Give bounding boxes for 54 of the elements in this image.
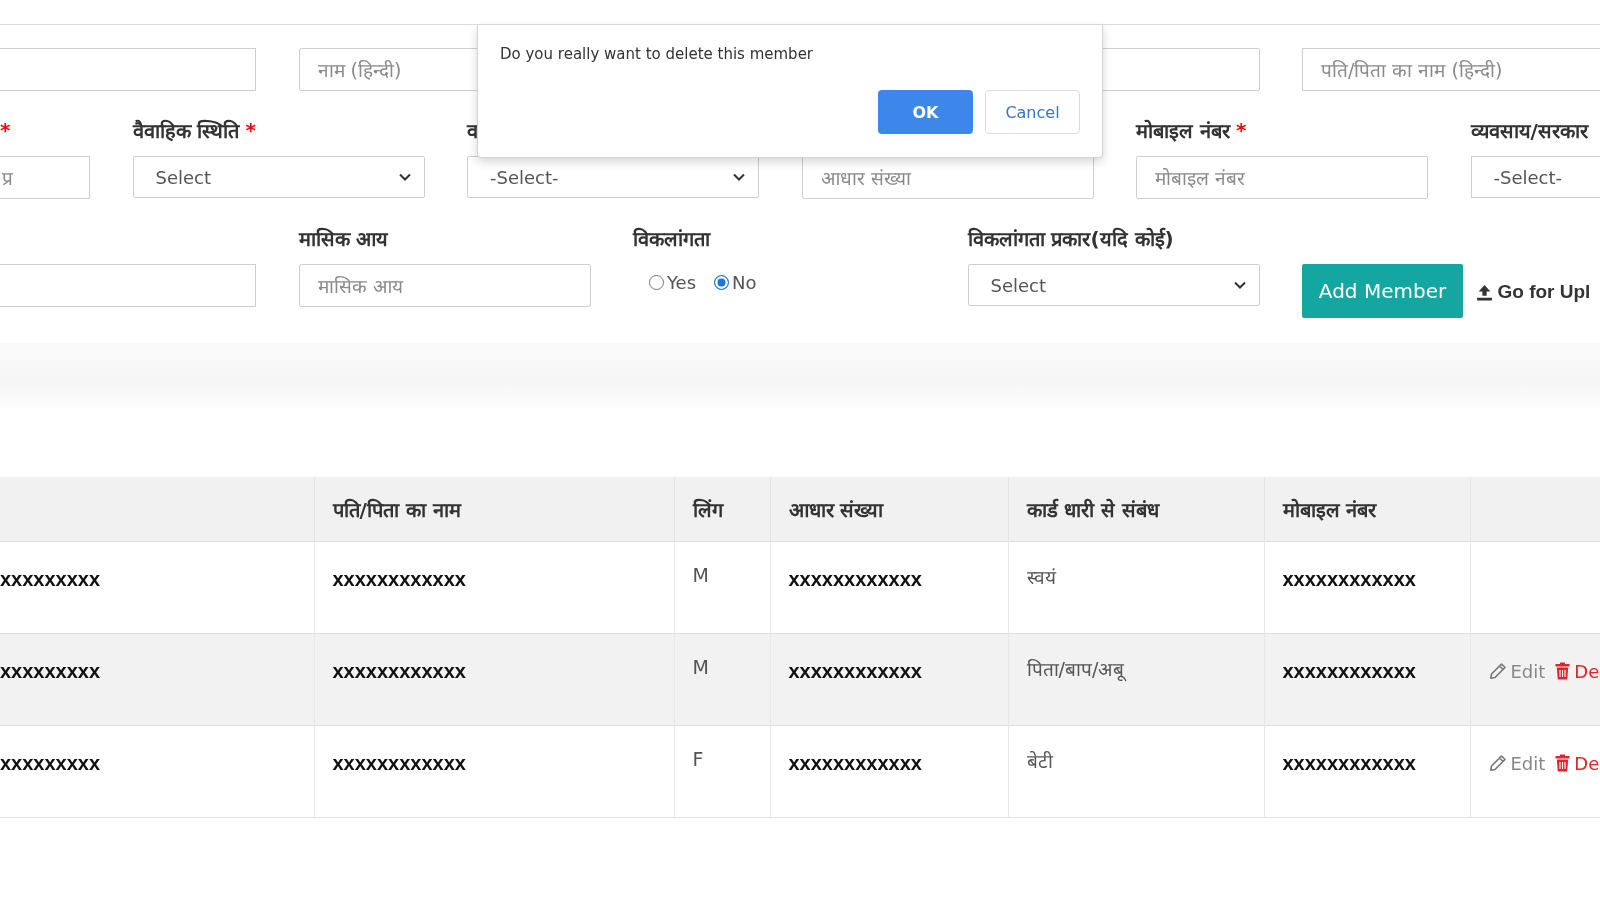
text-input[interactable]: पति/पिता का नाम (हिन्दी): [1302, 48, 1600, 91]
table-cell: पिता/बाप/अबू: [1008, 633, 1264, 726]
table-cell: xxxxxxxxxxxx: [1264, 725, 1470, 818]
text-input[interactable]: [0, 48, 256, 91]
delete-link[interactable]: De: [1555, 660, 1600, 682]
upload-icon: [1475, 283, 1493, 301]
column-header: आधार संख्या: [770, 477, 1008, 542]
field-label: विकलांगता: [633, 225, 710, 252]
field-label: विकलांगता प्रकार(यदि कोई): [967, 225, 1174, 252]
text-input[interactable]: [0, 264, 256, 307]
column-header: लिंग: [674, 477, 770, 542]
table-cell: xxxxxxxxxxxx: [314, 725, 674, 818]
column-header: कार्ड धारी से संबंध: [1008, 477, 1264, 542]
text-input[interactable]: प्र: [0, 156, 90, 199]
trash-icon: [1555, 754, 1571, 772]
table-cell: M: [674, 633, 770, 726]
pencil-icon: [1488, 662, 1507, 680]
field-label: मासिक आय: [298, 225, 389, 252]
text-input[interactable]: आधार संख्या: [801, 156, 1094, 199]
field-label: व: [467, 117, 478, 144]
table-cell: बेटी: [1008, 725, 1264, 818]
trash-icon: [1555, 662, 1571, 680]
edit-link[interactable]: Edit: [1488, 752, 1546, 774]
upload-link[interactable]: Go for Upl: [1475, 281, 1591, 303]
table-cell: xxxxxxxxxxxx: [770, 725, 1008, 818]
text-input[interactable]: मोबाइल नंबर: [1136, 156, 1428, 199]
table-cell: xxxxxxxxxxxx: [314, 633, 674, 726]
dropdown[interactable]: Select: [967, 264, 1260, 306]
add-button[interactable]: Add Member: [1302, 264, 1463, 318]
field-label: मोबाइल नंबर: [1136, 117, 1230, 144]
ok-button[interactable]: OK: [878, 90, 973, 134]
table-cell: xxxxxxxxxxxx: [1264, 633, 1470, 726]
radio-label: No: [732, 272, 757, 293]
required-mark: *: [245, 118, 256, 142]
column-header: पति/पिता का नाम: [314, 477, 674, 542]
dropdown[interactable]: Select: [132, 156, 425, 198]
pencil-icon: [1488, 754, 1507, 772]
field-label: वैवाहिक स्थिति: [132, 117, 240, 144]
cancel-button[interactable]: Cancel: [985, 90, 1080, 134]
dropdown[interactable]: -Select-: [1470, 156, 1600, 198]
text-input[interactable]: मासिक आय: [298, 264, 591, 307]
required-mark: *: [1235, 118, 1247, 142]
table-cell: xxxxxxxxx: [0, 725, 314, 818]
required-mark: *: [0, 118, 11, 142]
radio-label: Yes: [667, 272, 697, 293]
column-header: मोबाइल नंबर: [1264, 477, 1470, 542]
radio-button[interactable]: [649, 275, 664, 290]
table-cell: xxxxxxxxxxxx: [770, 633, 1008, 726]
delete-link[interactable]: De: [1555, 752, 1600, 774]
edit-link[interactable]: Edit: [1488, 660, 1546, 682]
radio-button[interactable]: [714, 275, 730, 290]
field-label: व्यवसाय/सरकार: [1470, 117, 1588, 144]
table-cell: xxxxxxxxx: [0, 633, 314, 726]
table-cell: F: [674, 725, 770, 818]
